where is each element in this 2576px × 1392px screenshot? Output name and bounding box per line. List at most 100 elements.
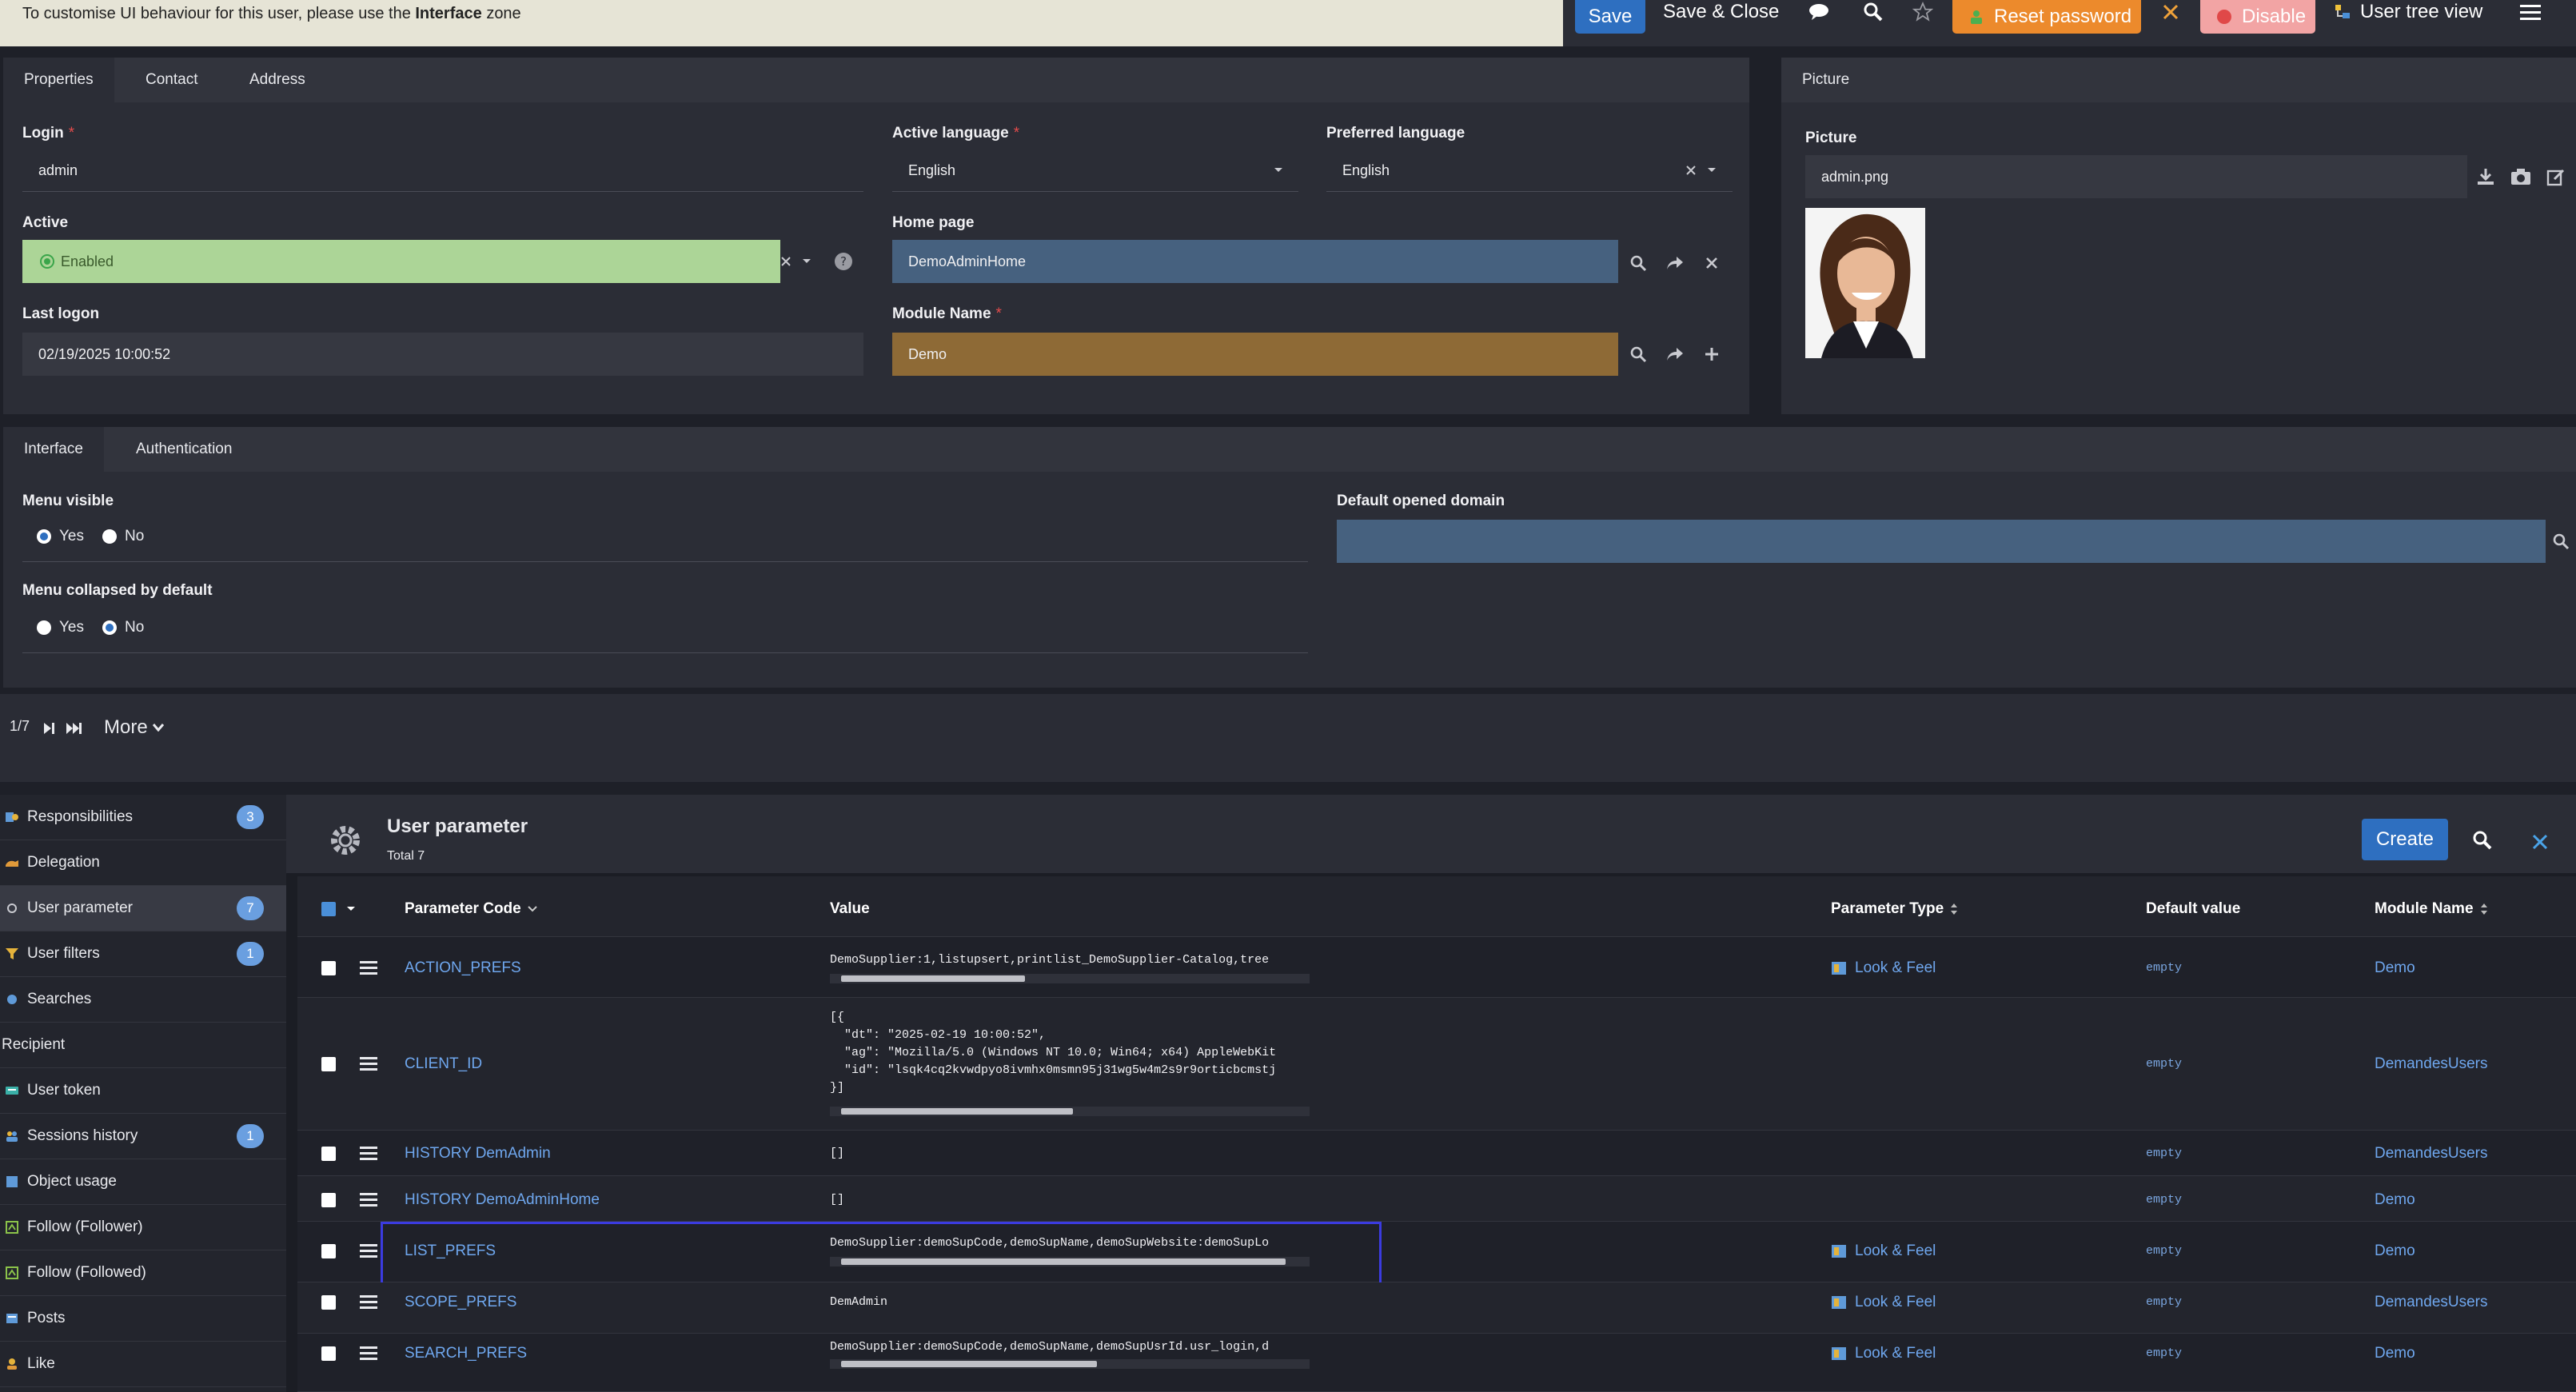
table-row[interactable] — [297, 1176, 2576, 1222]
module-name-link[interactable]: DemandesUsers — [2375, 1055, 2488, 1073]
menu-hamburger-icon[interactable] — [2518, 0, 2542, 24]
menu-visible-yes[interactable]: Yes — [37, 528, 84, 545]
tab-properties[interactable]: Properties — [3, 58, 114, 102]
tab-authentication[interactable]: Authentication — [115, 427, 253, 472]
module-name-link[interactable]: Demo — [2375, 1242, 2415, 1260]
table-row[interactable] — [297, 998, 2576, 1131]
parameter-type[interactable]: Look & Feel — [1831, 1242, 1936, 1260]
star-icon[interactable] — [1911, 0, 1935, 24]
sidebar-item-user-filters[interactable]: User filters 1 — [0, 931, 286, 977]
select-all-checkbox[interactable] — [321, 902, 336, 916]
help-icon[interactable]: ? — [831, 249, 855, 273]
picture-filename-field[interactable]: admin.png — [1805, 155, 2467, 198]
login-field[interactable]: admin — [22, 149, 863, 192]
table-row[interactable] — [297, 1282, 2576, 1334]
chevron-down-icon[interactable] — [795, 249, 819, 273]
download-icon[interactable] — [2474, 165, 2498, 189]
sidebar-item-sessions-history[interactable]: Sessions history 1 — [0, 1114, 286, 1159]
sidebar-item-searches[interactable]: Searches — [0, 977, 286, 1023]
search-icon[interactable] — [1626, 251, 1650, 275]
row-menu-icon[interactable] — [360, 1346, 377, 1361]
more-menu[interactable]: More — [104, 716, 164, 739]
chevron-down-icon[interactable] — [339, 897, 363, 921]
preferred-language-select[interactable]: English — [1326, 149, 1733, 192]
parameter-code-link[interactable]: HISTORY DemAdmin — [405, 1145, 551, 1163]
clear-icon[interactable] — [1700, 251, 1724, 275]
table-row[interactable] — [297, 937, 2576, 998]
zoom-search-icon[interactable] — [1861, 0, 1885, 24]
chevron-down-icon[interactable] — [1266, 158, 1290, 182]
tab-address[interactable]: Address — [229, 58, 326, 102]
module-name-link[interactable]: Demo — [2375, 959, 2415, 977]
parameter-code-link[interactable]: SEARCH_PREFS — [405, 1345, 527, 1362]
last-page-icon[interactable] — [62, 716, 86, 740]
menu-collapsed-yes[interactable]: Yes — [37, 619, 84, 636]
search-icon[interactable] — [1626, 342, 1650, 366]
row-checkbox[interactable] — [321, 1057, 336, 1071]
module-name-link[interactable]: Demo — [2375, 1191, 2415, 1209]
parameter-code-link[interactable]: SCOPE_PREFS — [405, 1294, 516, 1311]
column-header-parameter-code[interactable]: Parameter Code — [405, 900, 537, 918]
parameter-code-link[interactable]: HISTORY DemoAdminHome — [405, 1191, 600, 1209]
notice-bold[interactable]: Interface — [415, 5, 481, 22]
radio-unselected[interactable] — [37, 620, 51, 635]
save-button[interactable]: Save — [1575, 0, 1645, 34]
search-icon[interactable] — [2549, 529, 2573, 553]
sidebar-item-responsibilities[interactable]: Responsibilities 3 — [0, 795, 286, 840]
value-scrollbar[interactable] — [830, 974, 1310, 983]
row-checkbox[interactable] — [321, 1244, 336, 1258]
module-name-link[interactable]: DemandesUsers — [2375, 1294, 2488, 1311]
table-row[interactable] — [297, 1131, 2576, 1176]
edit-icon[interactable] — [2544, 165, 2568, 189]
next-icon[interactable] — [37, 716, 61, 740]
chevron-down-icon[interactable] — [1700, 158, 1724, 182]
radio-selected[interactable] — [37, 529, 51, 544]
parameter-code-link[interactable]: CLIENT_ID — [405, 1055, 482, 1073]
close-x-icon[interactable] — [2528, 830, 2552, 854]
sidebar-item-like[interactable]: Like — [0, 1342, 286, 1387]
close-x-icon[interactable] — [2159, 0, 2183, 24]
parameter-type[interactable]: Look & Feel — [1831, 959, 1936, 977]
tab-picture[interactable]: Picture — [1781, 58, 1870, 102]
row-checkbox[interactable] — [321, 1147, 336, 1161]
row-menu-icon[interactable] — [360, 1244, 377, 1258]
module-name-link[interactable]: DemandesUsers — [2375, 1145, 2488, 1163]
share-arrow-icon[interactable] — [1663, 251, 1687, 275]
column-header-parameter-type[interactable]: Parameter Type — [1831, 900, 1958, 918]
row-checkbox[interactable] — [321, 961, 336, 975]
parameter-type[interactable]: Look & Feel — [1831, 1345, 1936, 1362]
default-domain-field[interactable] — [1337, 520, 2546, 563]
home-page-field[interactable]: DemoAdminHome — [892, 240, 1618, 283]
column-header-module-name[interactable]: Module Name — [2375, 900, 2488, 918]
row-menu-icon[interactable] — [360, 961, 377, 975]
sidebar-item-user-parameter[interactable]: User parameter 7 — [0, 886, 286, 931]
disable-button[interactable]: Disable — [2200, 0, 2315, 34]
reset-password-button[interactable]: Reset password — [1952, 0, 2141, 34]
share-arrow-icon[interactable] — [1663, 342, 1687, 366]
sidebar-item-posts[interactable]: Posts — [0, 1296, 286, 1342]
value-scrollbar[interactable] — [830, 1359, 1310, 1369]
parameter-code-link[interactable]: ACTION_PREFS — [405, 959, 521, 977]
row-checkbox[interactable] — [321, 1346, 336, 1361]
active-status-field[interactable]: Enabled — [22, 240, 780, 283]
row-menu-icon[interactable] — [360, 1193, 377, 1207]
tab-interface[interactable]: Interface — [3, 427, 104, 472]
radio-selected[interactable] — [102, 620, 117, 635]
value-scrollbar[interactable] — [830, 1257, 1310, 1266]
parameter-code-link[interactable]: LIST_PREFS — [405, 1242, 496, 1260]
comment-icon[interactable] — [1807, 0, 1831, 24]
menu-collapsed-no[interactable]: No — [102, 619, 144, 636]
module-name-field[interactable]: Demo — [892, 333, 1618, 376]
row-checkbox[interactable] — [321, 1295, 336, 1310]
parameter-type[interactable]: Look & Feel — [1831, 1294, 1936, 1311]
column-header-default-value[interactable]: Default value — [2146, 900, 2240, 918]
radio-unselected[interactable] — [102, 529, 117, 544]
user-tree-view-button[interactable]: User tree view — [2335, 0, 2482, 24]
create-button[interactable]: Create — [2362, 819, 2448, 860]
tab-contact[interactable]: Contact — [125, 58, 218, 102]
module-name-link[interactable]: Demo — [2375, 1345, 2415, 1362]
save-close-button[interactable]: Save & Close — [1663, 0, 1779, 24]
search-icon[interactable] — [2470, 828, 2494, 852]
table-row[interactable] — [297, 1334, 2576, 1392]
row-menu-icon[interactable] — [360, 1057, 377, 1071]
